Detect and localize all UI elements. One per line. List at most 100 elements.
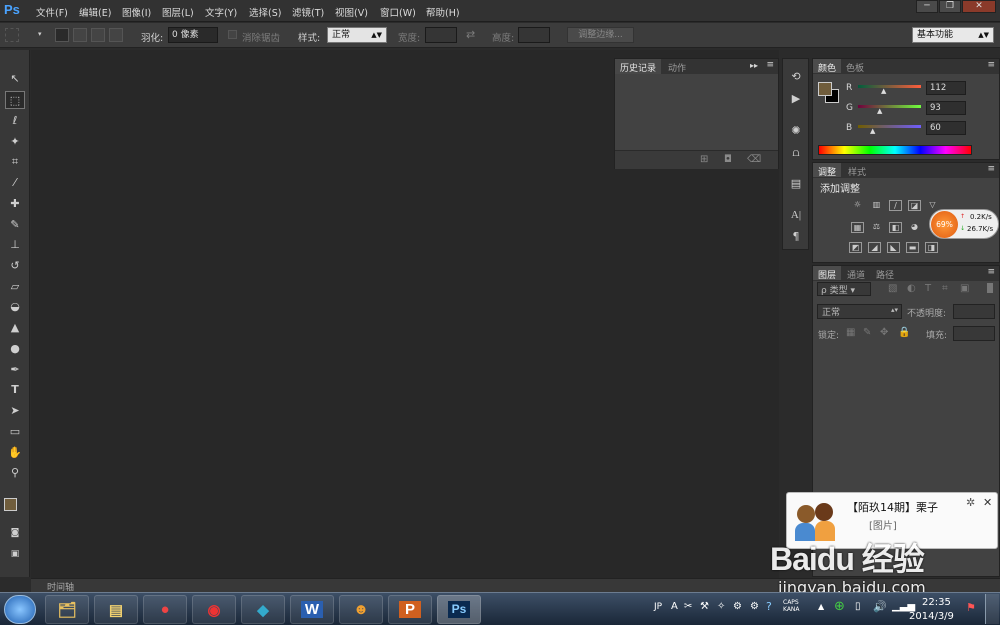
zoom-tool-icon[interactable]: ⚲ (5, 464, 25, 482)
refine-edge-button[interactable]: 调整边缘... (567, 27, 634, 43)
antialias-checkbox[interactable] (228, 30, 237, 39)
foreground-color-swatch[interactable] (818, 82, 832, 96)
clock-time[interactable]: 22:35 (922, 597, 951, 608)
taskbar-app-windows-explorer[interactable]: 🗂 (45, 595, 89, 624)
selective-color-icon[interactable]: ◨ (925, 242, 938, 253)
color-balance-icon[interactable]: ⚖ (870, 222, 883, 233)
properties-panel-icon[interactable]: ▤ (787, 176, 805, 192)
taskbar-app-powerpoint[interactable]: P (388, 595, 432, 624)
menu-edit[interactable]: 编辑(E) (79, 5, 111, 19)
threshold-icon[interactable]: ◣ (887, 242, 900, 253)
brush-panel-icon[interactable]: ✺ (787, 123, 805, 139)
blend-mode-select[interactable]: 正常 ▴▾ (817, 304, 902, 319)
show-desktop-button[interactable] (985, 594, 999, 624)
lasso-tool-icon[interactable]: ℓ (5, 112, 25, 130)
character-panel-icon[interactable]: A| (787, 207, 805, 223)
taskbar-app-qq-game[interactable]: ☻ (339, 595, 383, 624)
invert-icon[interactable]: ◩ (849, 242, 862, 253)
opacity-input[interactable] (953, 304, 995, 319)
menu-file[interactable]: 文件(F) (36, 5, 68, 19)
trash-icon[interactable]: ⌫ (747, 154, 761, 165)
swap-icon[interactable]: ⇄ (466, 28, 475, 41)
g-slider-handle[interactable]: ▲ (877, 107, 882, 115)
style-select[interactable]: 正常 ▲▼ (327, 27, 387, 43)
magic-wand-tool-icon[interactable]: ✦ (5, 133, 25, 151)
tab-swatches[interactable]: 色板 (841, 59, 869, 74)
color-spectrum-bar[interactable] (818, 145, 972, 155)
ime-indicator[interactable]: JP (654, 602, 662, 612)
restore-button[interactable]: ❐ (939, 0, 961, 13)
feather-input[interactable]: 0 像素 (168, 27, 218, 43)
taskbar-app-media-player[interactable]: ◉ (192, 595, 236, 624)
healing-brush-tool-icon[interactable]: ✚ (5, 195, 25, 213)
panel-menu-icon[interactable]: ≡ (766, 60, 774, 70)
menu-layer[interactable]: 图层(L) (162, 5, 194, 19)
g-slider[interactable] (858, 105, 921, 108)
tab-layers[interactable]: 图层 (813, 266, 842, 281)
r-slider-handle[interactable]: ▲ (881, 87, 886, 95)
path-selection-tool-icon[interactable]: ➤ (5, 402, 25, 420)
paint-bucket-tool-icon[interactable]: ◒ (5, 298, 25, 316)
gear-icon[interactable]: ✲ (966, 496, 975, 509)
clone-stamp-tool-icon[interactable]: ⊥ (5, 236, 25, 254)
tab-channels[interactable]: 通道 (842, 266, 870, 281)
curves-icon[interactable]: ∕ (889, 200, 902, 211)
tab-adjustments[interactable]: 调整 (813, 163, 842, 178)
layer-filter-select[interactable]: ρ 类型 ▾ (817, 282, 871, 296)
gradient-map-icon[interactable]: ▬ (906, 242, 919, 253)
tab-history[interactable]: 历史记录 (615, 59, 662, 74)
smart-object-filter-icon[interactable]: ▣ (960, 283, 969, 294)
g-value-input[interactable]: 93 (926, 101, 966, 115)
blur-tool-icon[interactable]: ▲ (5, 319, 25, 337)
device-icon[interactable]: ▯ (855, 601, 861, 612)
settings-icon[interactable]: ⚙ (733, 601, 742, 612)
tray-tool-icon[interactable]: ⚒ (700, 601, 709, 612)
adjustment-filter-icon[interactable]: ◐ (907, 283, 916, 294)
lock-transparent-icon[interactable]: ▦ (846, 327, 855, 338)
network-speed-widget[interactable]: 69% ↑ 0.2K/s ↓ 26.7K/s (929, 209, 999, 239)
brightness-icon[interactable]: ☼ (851, 200, 864, 211)
type-tool-icon[interactable]: T (5, 381, 25, 399)
hand-tool-icon[interactable]: ✋ (5, 444, 25, 462)
clock-date[interactable]: 2014/3/9 (909, 611, 954, 622)
r-slider[interactable] (858, 85, 921, 88)
new-selection-icon[interactable] (55, 28, 69, 42)
tab-paths[interactable]: 路径 (871, 266, 899, 281)
intersect-selection-icon[interactable] (109, 28, 123, 42)
move-tool-icon[interactable]: ↖ (5, 70, 25, 88)
taskbar-app-qq[interactable]: ◆ (241, 595, 285, 624)
clone-source-icon[interactable]: ⩍ (787, 145, 805, 161)
camera-icon[interactable]: ◘ (724, 154, 732, 165)
workspace-select[interactable]: 基本功能 ▲▼ (912, 27, 994, 43)
subtract-selection-icon[interactable] (91, 28, 105, 42)
menu-view[interactable]: 视图(V) (335, 5, 368, 19)
fill-input[interactable] (953, 326, 995, 341)
panel-menu-icon[interactable]: ≡ (987, 267, 995, 277)
taskbar-app-photoshop[interactable]: Ps (437, 595, 481, 624)
lock-position-icon[interactable]: ✥ (880, 327, 888, 338)
filter-toggle[interactable] (987, 283, 993, 293)
marquee-preset-icon[interactable] (5, 28, 19, 42)
start-button[interactable] (4, 595, 36, 624)
crop-tool-icon[interactable]: ⌗ (5, 153, 25, 171)
taskbar-app-word[interactable]: W (290, 595, 334, 624)
taskbar-app-explorer-folder[interactable]: ▤ (94, 595, 138, 624)
rectangle-tool-icon[interactable]: ▭ (5, 423, 25, 441)
add-selection-icon[interactable] (73, 28, 87, 42)
history-panel-icon[interactable]: ⟲ (787, 69, 805, 85)
tab-actions[interactable]: 动作 (663, 59, 691, 74)
quick-mask-icon[interactable]: ◙ (5, 524, 25, 542)
screen-mode-icon[interactable]: ▣ (5, 545, 25, 563)
posterize-icon[interactable]: ◢ (868, 242, 881, 253)
foreground-color-swatch[interactable] (4, 498, 17, 511)
close-icon[interactable]: ✕ (983, 496, 992, 509)
black-white-icon[interactable]: ◧ (889, 222, 902, 233)
menu-image[interactable]: 图像(I) (122, 5, 151, 19)
new-document-icon[interactable]: ⊞ (700, 154, 708, 165)
marquee-tool-icon[interactable]: ⬚ (5, 91, 25, 109)
menu-select[interactable]: 选择(S) (249, 5, 281, 19)
help-icon[interactable]: ? (766, 600, 772, 613)
lock-image-icon[interactable]: ✎ (863, 327, 871, 338)
eraser-tool-icon[interactable]: ▱ (5, 278, 25, 296)
volume-icon[interactable]: 🔊 (873, 600, 887, 613)
